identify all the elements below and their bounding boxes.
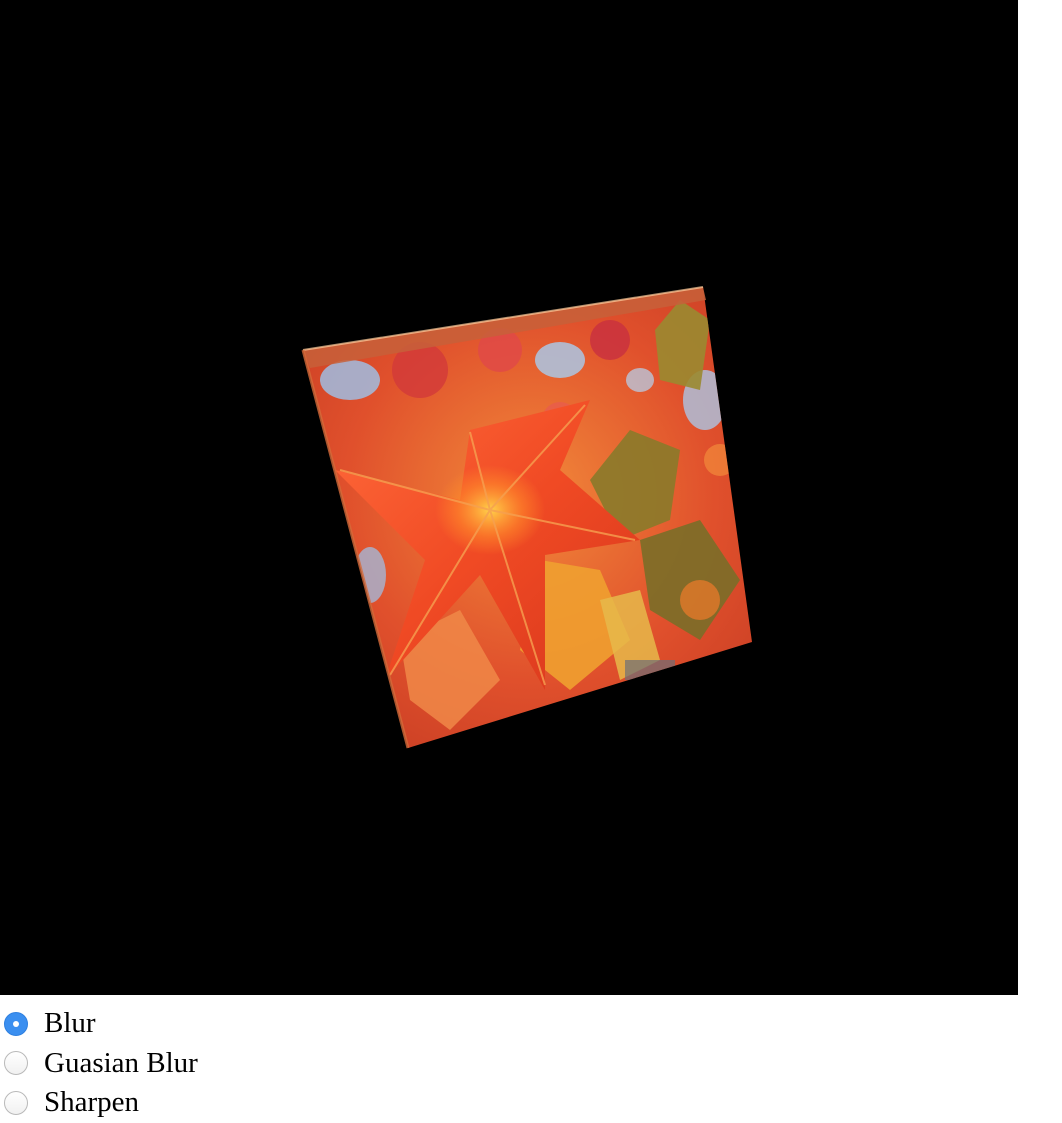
filter-option-gaussian-blur[interactable]: Guasian Blur [0,1044,400,1084]
radio-gaussian-blur[interactable] [4,1051,28,1076]
radio-label-blur: Blur [44,1007,96,1040]
radio-label-sharpen: Sharpen [44,1086,140,1119]
filter-option-sharpen[interactable]: Sharpen [0,1083,400,1123]
filter-option-blur[interactable]: Blur [0,1004,400,1044]
cube-scene [301,286,752,749]
filter-options: Blur Guasian Blur Sharpen [0,1004,400,1123]
webgl-canvas[interactable] [0,0,1018,995]
radio-blur[interactable] [4,1011,28,1036]
radio-sharpen[interactable] [4,1090,28,1115]
radio-label-gaussian-blur: Guasian Blur [44,1046,198,1079]
